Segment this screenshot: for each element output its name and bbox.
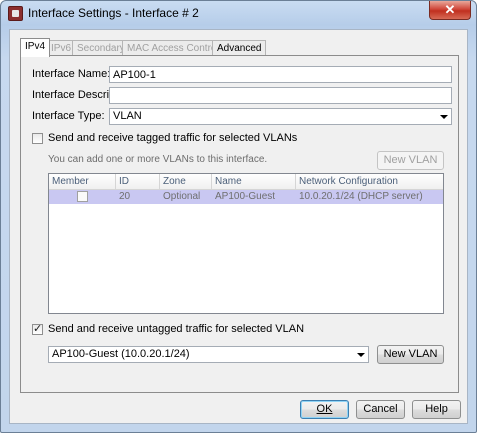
interface-type-label: Interface Type: — [32, 110, 105, 122]
new-vlan-untagged-button[interactable]: New VLAN — [377, 345, 444, 364]
window-title: Interface Settings - Interface # 2 — [28, 6, 199, 20]
vlan-name-cell: AP100-Guest — [215, 191, 276, 202]
tagged-hint: You can add one or more VLANs to this in… — [48, 154, 268, 165]
vlan-zone-cell: Optional — [163, 191, 201, 202]
column-name[interactable]: Name — [212, 174, 296, 190]
vlan-table: Member ID Zone Name Network Configuratio… — [48, 173, 444, 314]
interface-type-select[interactable]: VLAN — [109, 108, 452, 125]
new-vlan-tagged-button: New VLAN — [377, 151, 444, 170]
interface-type-value: VLAN — [113, 110, 142, 122]
tagged-traffic-checkbox[interactable] — [32, 133, 43, 144]
untagged-traffic-label: Send and receive untagged traffic for se… — [48, 323, 305, 335]
cancel-button-label: Cancel — [363, 403, 398, 415]
chevron-down-icon — [440, 115, 448, 119]
dialog-window: Interface Settings - Interface # 2 ✕ IPv… — [0, 0, 477, 433]
ok-button[interactable]: OK — [300, 400, 349, 419]
interface-name-input[interactable] — [109, 66, 452, 83]
untagged-traffic-checkbox[interactable] — [32, 322, 43, 335]
table-row[interactable]: 20 Optional AP100-Guest 10.0.20.1/24 (DH… — [49, 190, 443, 204]
tab-ipv4[interactable]: IPv4 — [20, 38, 51, 57]
vlan-table-header: Member ID Zone Name Network Configuratio… — [49, 174, 443, 190]
vlan-network-cell: 10.0.20.1/24 (DHCP server) — [299, 191, 423, 202]
interface-name-label: Interface Name: — [32, 68, 111, 80]
untagged-vlan-select[interactable]: AP100-Guest (10.0.20.1/24) — [48, 346, 369, 363]
tab-mac-access-control: MAC Access Control — [122, 40, 224, 56]
cancel-button[interactable]: Cancel — [356, 400, 405, 419]
vlan-id-cell: 20 — [119, 191, 131, 202]
help-button-label: Help — [425, 403, 448, 415]
tagged-traffic-label: Send and receive tagged traffic for sele… — [48, 132, 298, 144]
close-button[interactable]: ✕ — [429, 1, 471, 20]
column-zone[interactable]: Zone — [160, 174, 212, 190]
title-bar[interactable]: Interface Settings - Interface # 2 ✕ — [1, 1, 476, 27]
chevron-down-icon[interactable] — [357, 353, 365, 357]
app-icon — [8, 6, 23, 21]
help-button[interactable]: Help — [412, 400, 461, 419]
close-icon: ✕ — [444, 2, 456, 17]
tab-advanced[interactable]: Advanced — [212, 40, 267, 56]
column-member[interactable]: Member — [49, 174, 116, 190]
ok-button-label: OK — [316, 403, 333, 415]
member-checkbox[interactable] — [77, 191, 88, 202]
column-id[interactable]: ID — [116, 174, 160, 190]
column-network-configuration[interactable]: Network Configuration — [296, 174, 443, 190]
dialog-body: IPv4 IPv6 Secondary MAC Access Control A… — [9, 29, 468, 424]
interface-description-input[interactable] — [109, 87, 452, 104]
ipv4-panel: Interface Name: Interface Description: I… — [20, 55, 459, 393]
untagged-vlan-value: AP100-Guest (10.0.20.1/24) — [52, 348, 190, 360]
